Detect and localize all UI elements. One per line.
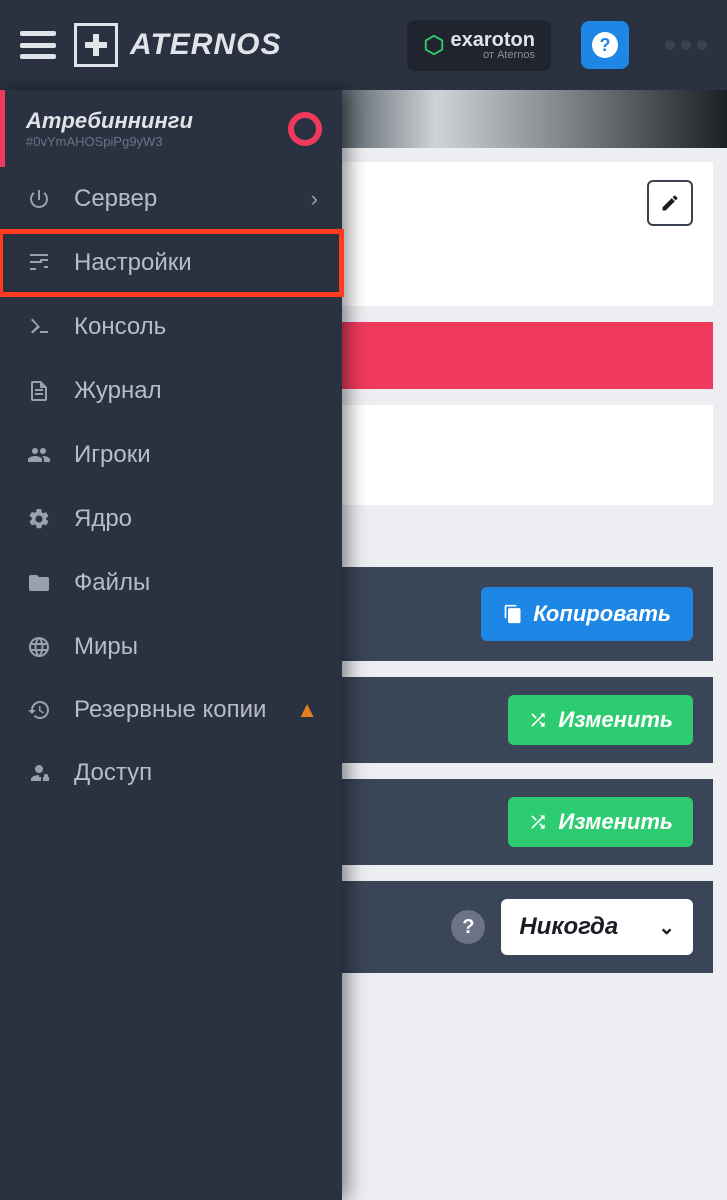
terminal-icon: [24, 315, 54, 339]
nav-label: Сервер: [74, 185, 157, 213]
globe-icon: [24, 635, 54, 659]
exaroton-sublabel: от Aternos: [451, 50, 535, 61]
sidebar-item-software[interactable]: Ядро: [0, 487, 342, 551]
change-label-2: Изменить: [558, 809, 673, 835]
document-icon: [24, 379, 54, 403]
sidebar-item-console[interactable]: Консоль: [0, 295, 342, 359]
history-icon: [24, 698, 54, 722]
sliders-icon: [24, 251, 54, 275]
help-icon[interactable]: ?: [451, 910, 485, 944]
nav-label: Резервные копии: [74, 697, 266, 723]
folder-icon: [24, 571, 54, 595]
nav-label: Файлы: [74, 569, 150, 597]
logo[interactable]: ATERNOS: [74, 23, 281, 67]
exaroton-link[interactable]: exaroton от Aternos: [407, 20, 551, 71]
sidebar: Атребиннинги #0vYmAHOSpiPg9yW3 Сервер › …: [0, 90, 342, 1200]
sidebar-item-server[interactable]: Сервер ›: [0, 167, 342, 231]
server-id: #0vYmAHOSpiPg9yW3: [26, 134, 193, 149]
nav-label: Игроки: [74, 441, 151, 469]
sidebar-item-settings[interactable]: Настройки: [0, 231, 342, 295]
select-value: Никогда: [519, 913, 618, 941]
power-icon: [24, 187, 54, 211]
sidebar-item-worlds[interactable]: Миры: [0, 615, 342, 679]
question-icon: ?: [592, 32, 618, 58]
sidebar-item-backups[interactable]: Резервные копии ▲: [0, 679, 342, 741]
sidebar-nav: Сервер › Настройки Консоль Журнал Игроки…: [0, 167, 342, 805]
shuffle-icon: [528, 710, 548, 730]
nav-label: Настройки: [74, 249, 192, 277]
logo-text: ATERNOS: [130, 28, 281, 62]
sidebar-server-header[interactable]: Атребиннинги #0vYmAHOSpiPg9yW3: [0, 90, 342, 167]
shuffle-icon: [528, 812, 548, 832]
frequency-select[interactable]: Никогда ⌄: [501, 899, 693, 955]
server-name: Атребиннинги: [26, 108, 193, 134]
copy-label: Копировать: [533, 601, 671, 627]
nav-label: Ядро: [74, 505, 132, 533]
logo-icon: [74, 23, 118, 67]
help-button[interactable]: ?: [581, 21, 629, 69]
change-label-1: Изменить: [558, 707, 673, 733]
stop-icon[interactable]: [288, 112, 322, 146]
user-lock-icon: [24, 761, 54, 785]
sidebar-item-files[interactable]: Файлы: [0, 551, 342, 615]
change-button-1[interactable]: Изменить: [508, 695, 693, 745]
sidebar-item-access[interactable]: Доступ: [0, 741, 342, 805]
exaroton-icon: [423, 34, 445, 56]
users-icon: [24, 443, 54, 467]
exaroton-label: exaroton: [451, 30, 535, 50]
nav-label: Миры: [74, 633, 138, 661]
pencil-icon: [660, 193, 680, 213]
warning-icon: ▲: [296, 697, 318, 723]
chevron-down-icon: ⌄: [658, 915, 675, 940]
nav-label: Журнал: [74, 377, 162, 405]
gears-icon: [24, 507, 54, 531]
nav-label: Консоль: [74, 313, 166, 341]
change-button-2[interactable]: Изменить: [508, 797, 693, 847]
copy-icon: [503, 604, 523, 624]
nav-label: Доступ: [74, 759, 152, 787]
chevron-right-icon: ›: [311, 186, 318, 212]
header: ATERNOS exaroton от Aternos ?: [0, 0, 727, 90]
sidebar-item-players[interactable]: Игроки: [0, 423, 342, 487]
edit-button[interactable]: [647, 180, 693, 226]
menu-icon[interactable]: [20, 31, 56, 59]
more-icon[interactable]: [665, 40, 707, 50]
sidebar-item-log[interactable]: Журнал: [0, 359, 342, 423]
copy-button[interactable]: Копировать: [481, 587, 693, 641]
